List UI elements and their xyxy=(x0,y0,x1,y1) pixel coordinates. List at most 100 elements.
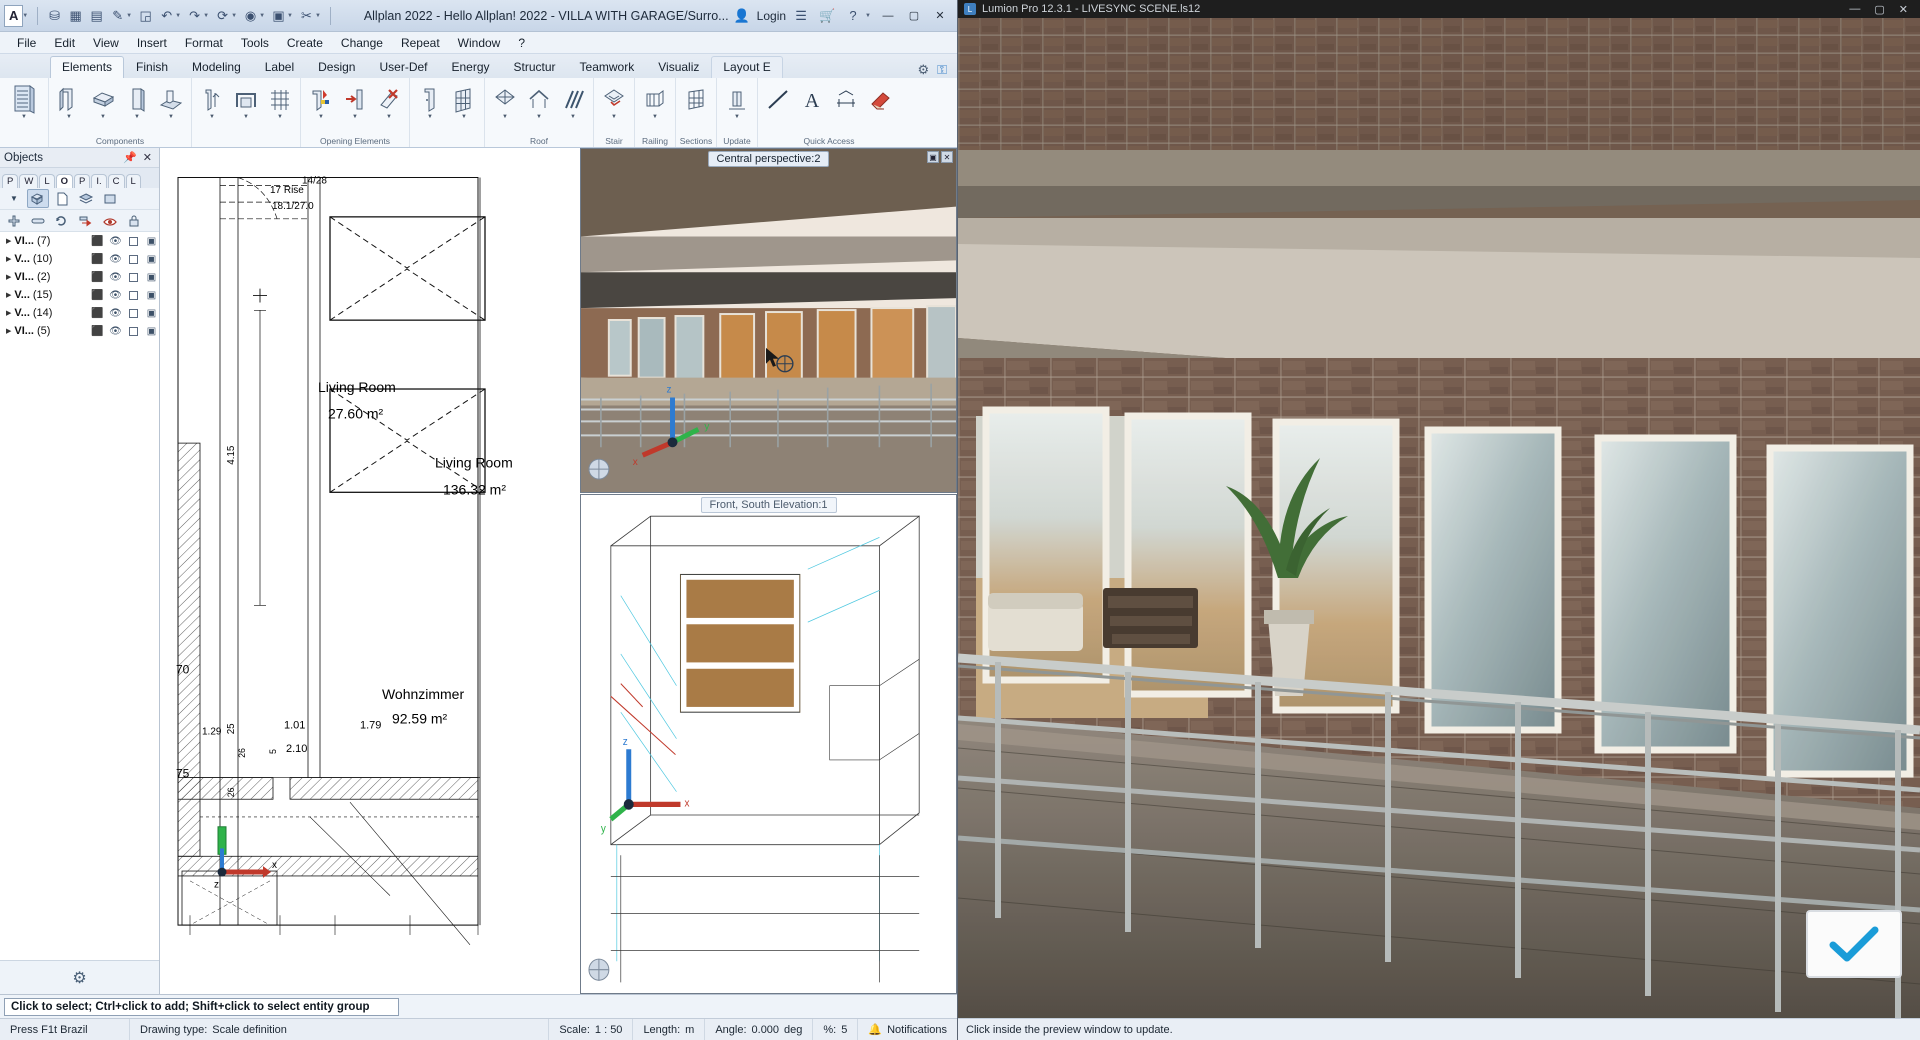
save-icon[interactable]: ▤ xyxy=(87,6,106,26)
status-scale[interactable]: Scale: 1 : 50 xyxy=(549,1019,634,1040)
maximize-button[interactable]: ▢ xyxy=(903,7,925,25)
checkbox-cell[interactable] xyxy=(126,308,141,318)
structure-caret-icon[interactable]: ▼ xyxy=(21,114,27,120)
export-icon[interactable] xyxy=(75,211,97,230)
tab-energy[interactable]: Energy xyxy=(440,56,502,78)
expand-arrow-icon[interactable]: ▶ xyxy=(6,255,11,263)
tree-item[interactable]: ▶ VI... (5) ⬛ 👁 ▣ xyxy=(0,322,159,340)
floorplan-viewport[interactable]: Living Room 27.60 m² Living Room 136.32 … xyxy=(160,148,580,994)
lumion-minimize-button[interactable]: — xyxy=(1849,3,1860,16)
add-icon[interactable] xyxy=(3,211,25,230)
lumion-close-button[interactable]: ✕ xyxy=(1899,3,1908,16)
layer-toggle-icon[interactable]: ▣ xyxy=(144,236,159,247)
opening-caret-icon[interactable]: ▼ xyxy=(243,114,249,120)
expand-arrow-icon[interactable]: ▶ xyxy=(6,309,11,317)
palette-tab-c[interactable]: C xyxy=(107,174,125,188)
edit-icon[interactable]: ✎ xyxy=(108,6,127,26)
menu-help[interactable]: ? xyxy=(509,34,534,52)
slab-button[interactable]: ▼ xyxy=(86,80,120,120)
menu-insert[interactable]: Insert xyxy=(128,34,176,52)
checkbox-cell[interactable] xyxy=(126,326,141,336)
close-icon[interactable]: ✕ xyxy=(140,151,155,164)
object-cube-icon[interactable]: ⬛ xyxy=(90,290,105,301)
menu-window[interactable]: Window xyxy=(449,34,510,52)
delete-opening-button[interactable]: ▼ xyxy=(372,80,406,120)
status-length[interactable]: Length: m xyxy=(633,1019,706,1040)
tools-icon[interactable]: ✂ xyxy=(297,6,316,26)
door-insert-button[interactable]: ▼ xyxy=(338,80,372,120)
layer-toggle-icon[interactable]: ▣ xyxy=(144,290,159,301)
tab-design[interactable]: Design xyxy=(306,56,367,78)
status-drawing-type[interactable]: Drawing type: Scale definition xyxy=(130,1019,550,1040)
refresh-icon[interactable] xyxy=(51,211,73,230)
perspective-viewport[interactable]: Central perspective:2 ▣ ✕ z x y xyxy=(580,148,957,493)
gable-roof-caret-icon[interactable]: ▼ xyxy=(536,114,542,120)
pin-icon[interactable]: 📌 xyxy=(120,151,140,164)
list-icon[interactable]: ☰ xyxy=(790,6,812,26)
dropdown-caret-icon[interactable]: ▼ xyxy=(3,189,25,208)
settings-icon[interactable]: ◉ xyxy=(241,6,260,26)
tree-item[interactable]: ▶ VI... (7) ⬛ 👁 ▣ xyxy=(0,232,159,250)
stair-caret-icon[interactable]: ▼ xyxy=(611,114,617,120)
elevation-viewport-tab[interactable]: Front, South Elevation:1 xyxy=(700,497,837,513)
building-structure-button[interactable]: ▼ xyxy=(3,80,45,120)
layers-view-icon[interactable] xyxy=(75,189,97,208)
document-view-icon[interactable] xyxy=(51,189,73,208)
tab-layout-e[interactable]: Layout E xyxy=(711,56,783,78)
lock-icon[interactable] xyxy=(123,211,145,230)
tree-item[interactable]: ▶ V... (14) ⬛ 👁 ▣ xyxy=(0,304,159,322)
undo-caret-icon[interactable]: ▼ xyxy=(175,13,181,19)
menu-format[interactable]: Format xyxy=(176,34,232,52)
new-project-icon[interactable]: ⛁ xyxy=(45,6,64,26)
object-cube-icon[interactable]: ⬛ xyxy=(90,236,105,247)
expand-arrow-icon[interactable]: ▶ xyxy=(6,237,11,245)
column-caret-icon[interactable]: ▼ xyxy=(134,114,140,120)
tab-structur[interactable]: Structur xyxy=(502,56,568,78)
viewport-restore-icon[interactable]: ▣ xyxy=(927,151,939,163)
expand-arrow-icon[interactable]: ▶ xyxy=(6,291,11,299)
menu-tools[interactable]: Tools xyxy=(232,34,278,52)
checkbox-cell[interactable] xyxy=(126,254,141,264)
roof-surface-caret-icon[interactable]: ▼ xyxy=(502,114,508,120)
redo-icon[interactable]: ↷ xyxy=(185,6,204,26)
layer-toggle-icon[interactable]: ▣ xyxy=(144,326,159,337)
eye-icon[interactable]: 👁 xyxy=(108,254,123,265)
foundation-button[interactable]: ▼ xyxy=(154,80,188,120)
tab-label[interactable]: Label xyxy=(253,56,306,78)
object-cube-icon[interactable]: ⬛ xyxy=(90,326,105,337)
railing-caret-icon[interactable]: ▼ xyxy=(652,114,658,120)
settings-caret-icon[interactable]: ▼ xyxy=(259,13,265,19)
palette-tab-l2[interactable]: L xyxy=(125,174,141,188)
palette-tab-w[interactable]: W xyxy=(19,174,39,188)
viewport-close-icon[interactable]: ✕ xyxy=(941,151,953,163)
status-notifications[interactable]: 🔔 Notifications xyxy=(858,1019,957,1040)
door-caret-icon[interactable]: ▼ xyxy=(427,114,433,120)
app-menu-caret-icon[interactable]: ▼ xyxy=(22,13,28,19)
checkbox-cell[interactable] xyxy=(126,272,141,282)
window-tool-caret-icon[interactable]: ▼ xyxy=(318,114,324,120)
lumion-render-viewport[interactable] xyxy=(958,18,1920,1018)
eye-icon[interactable]: 👁 xyxy=(108,272,123,283)
confirm-check-button[interactable] xyxy=(1806,910,1902,978)
tab-user-def[interactable]: User-Def xyxy=(367,56,439,78)
preview-icon[interactable]: ◲ xyxy=(136,6,155,26)
window-tool-button[interactable]: ▼ xyxy=(304,80,338,120)
materials-view-icon[interactable] xyxy=(99,189,121,208)
refresh-icon[interactable]: ⟳ xyxy=(213,6,232,26)
command-prompt[interactable]: Click to select; Ctrl+click to add; Shif… xyxy=(4,997,399,1016)
login-label[interactable]: Login xyxy=(757,9,786,23)
refresh-caret-icon[interactable]: ▼ xyxy=(231,13,237,19)
dimension-button[interactable] xyxy=(829,80,863,114)
railing-button[interactable]: ▼ xyxy=(638,80,672,120)
objects-view-icon[interactable] xyxy=(27,189,49,208)
tab-teamwork[interactable]: Teamwork xyxy=(568,56,647,78)
object-cube-icon[interactable]: ⬛ xyxy=(90,308,105,319)
user-avatar-icon[interactable]: 👤 xyxy=(731,6,753,26)
application-menu-button[interactable]: A xyxy=(4,4,24,27)
slab-caret-icon[interactable]: ▼ xyxy=(100,114,106,120)
foundation-caret-icon[interactable]: ▼ xyxy=(168,114,174,120)
door-button[interactable]: ▼ xyxy=(413,80,447,120)
menu-file[interactable]: File xyxy=(8,34,45,52)
checkbox-cell[interactable] xyxy=(126,236,141,246)
stair-button[interactable]: ▼ xyxy=(597,80,631,120)
